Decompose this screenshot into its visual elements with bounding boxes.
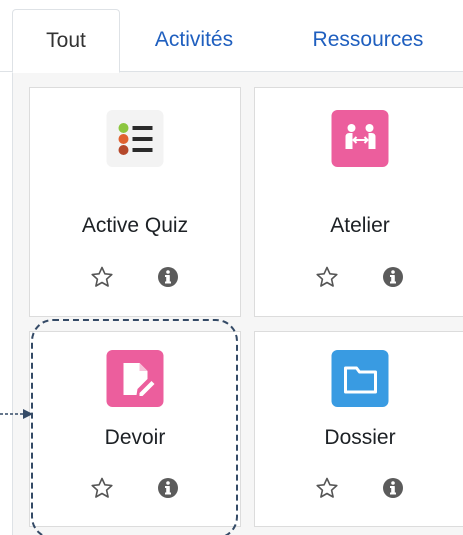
info-icon[interactable]: [379, 263, 407, 291]
activity-chooser: Tout Activités Ressources Active Quiz At…: [0, 0, 463, 535]
tab-all[interactable]: Tout: [12, 9, 120, 73]
star-icon[interactable]: [88, 263, 116, 291]
tab-resources[interactable]: Ressources: [278, 9, 458, 71]
module-name: Dossier: [324, 426, 396, 449]
workshop-people-icon: [331, 110, 389, 167]
folder-icon: [331, 350, 389, 407]
info-icon[interactable]: [379, 474, 407, 502]
star-icon[interactable]: [313, 263, 341, 291]
star-icon[interactable]: [88, 474, 116, 502]
module-card-atelier[interactable]: Atelier: [254, 87, 463, 317]
tab-all-label: Tout: [46, 29, 86, 52]
assignment-pencil-icon: [106, 350, 164, 407]
module-actions: [30, 263, 240, 293]
tab-resources-label: Ressources: [312, 28, 424, 51]
star-icon[interactable]: [313, 474, 341, 502]
module-name: Active Quiz: [81, 214, 189, 237]
module-actions: [255, 474, 463, 504]
module-name: Devoir: [104, 426, 166, 449]
tab-activities[interactable]: Activités: [126, 9, 262, 71]
tab-activities-label: Activités: [154, 28, 234, 51]
module-grid: Active Quiz Atelier Devoir Dossier: [12, 72, 463, 535]
module-actions: [30, 474, 240, 504]
info-icon[interactable]: [154, 263, 182, 291]
module-actions: [255, 263, 463, 293]
module-name: Atelier: [330, 214, 390, 237]
info-icon[interactable]: [154, 474, 182, 502]
list-bullets-icon: [106, 110, 164, 167]
module-card-dossier[interactable]: Dossier: [254, 331, 463, 527]
module-card-active-quiz[interactable]: Active Quiz: [29, 87, 241, 317]
module-card-devoir[interactable]: Devoir: [29, 331, 241, 527]
tab-bar: Tout Activités Ressources: [0, 0, 463, 73]
